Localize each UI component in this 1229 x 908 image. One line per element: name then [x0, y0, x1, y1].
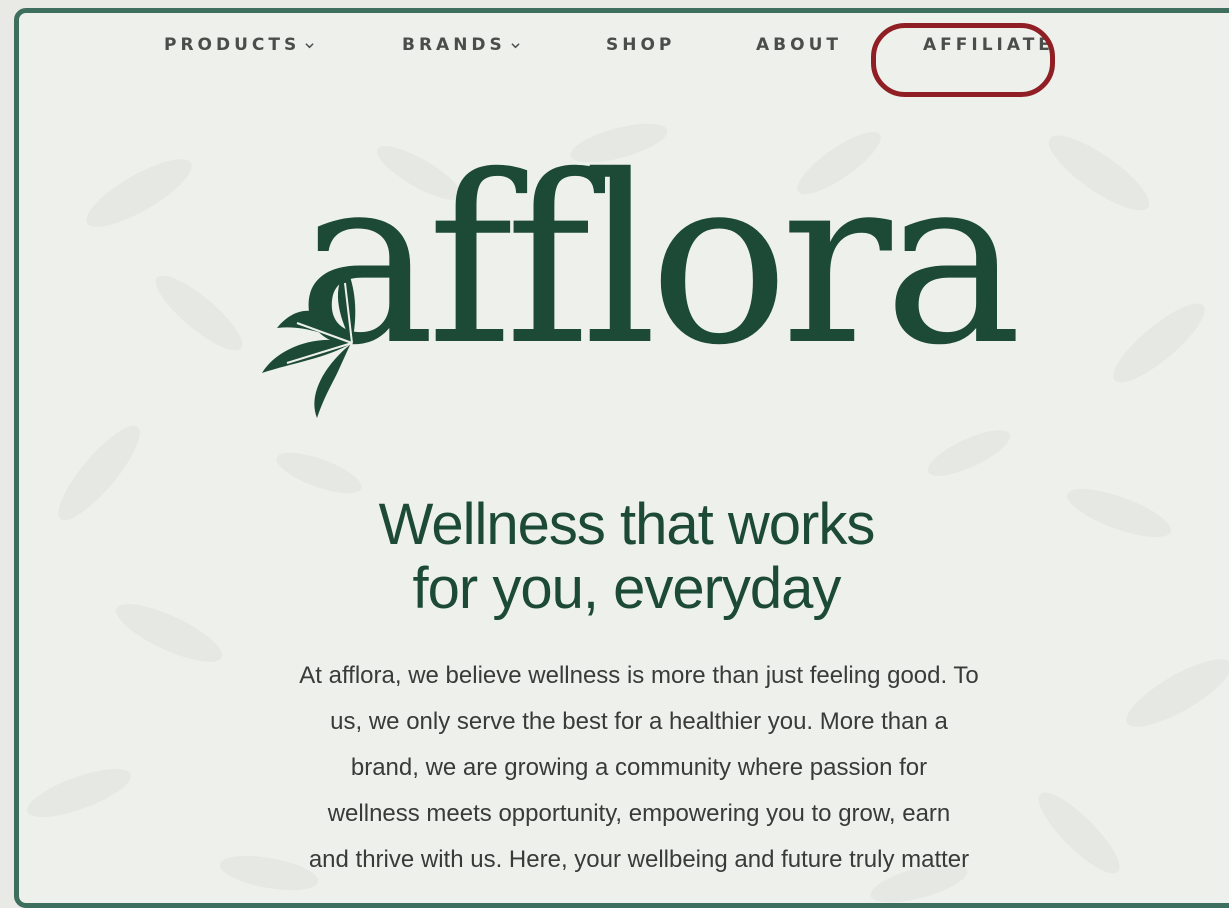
flower-logo-icon: [262, 268, 356, 418]
intro-line: us, we only serve the best for a healthi…: [330, 708, 948, 735]
intro-line: At afflora, we believe wellness is more …: [299, 662, 979, 689]
intro-line: brand, we are growing a community where …: [350, 754, 928, 781]
chevron-down-icon: [511, 42, 520, 48]
intro-paragraph: At afflora, we believe wellness is more …: [199, 653, 1079, 883]
nav-item-about[interactable]: ABOUT: [756, 35, 842, 55]
page-frame: PRODUCTS BRANDS SHOP ABOUT AFFILIATE aff…: [14, 8, 1229, 908]
nav-item-label: AFFILIATE: [923, 35, 1054, 55]
nav-item-affiliate[interactable]: AFFILIATE: [923, 35, 1054, 55]
headline-line-2: for you, everyday: [412, 556, 842, 621]
nav-item-label: ABOUT: [756, 35, 842, 55]
chevron-down-icon: [305, 42, 314, 48]
nav-item-label: SHOP: [606, 35, 676, 55]
intro-line: and thrive with us. Here, your wellbeing…: [308, 846, 970, 873]
nav-item-label: PRODUCTS: [164, 35, 301, 55]
headline-line-1: Wellness that works: [378, 492, 876, 557]
main-nav: PRODUCTS BRANDS SHOP ABOUT AFFILIATE: [19, 23, 1229, 97]
nav-item-brands[interactable]: BRANDS: [402, 35, 520, 55]
intro-line: wellness meets opportunity, empowering y…: [327, 800, 951, 827]
nav-item-products[interactable]: PRODUCTS: [164, 35, 314, 55]
nav-item-shop[interactable]: SHOP: [606, 35, 675, 55]
afflora-logo: afflora: [257, 145, 1037, 443]
nav-item-label: BRANDS: [402, 35, 506, 55]
